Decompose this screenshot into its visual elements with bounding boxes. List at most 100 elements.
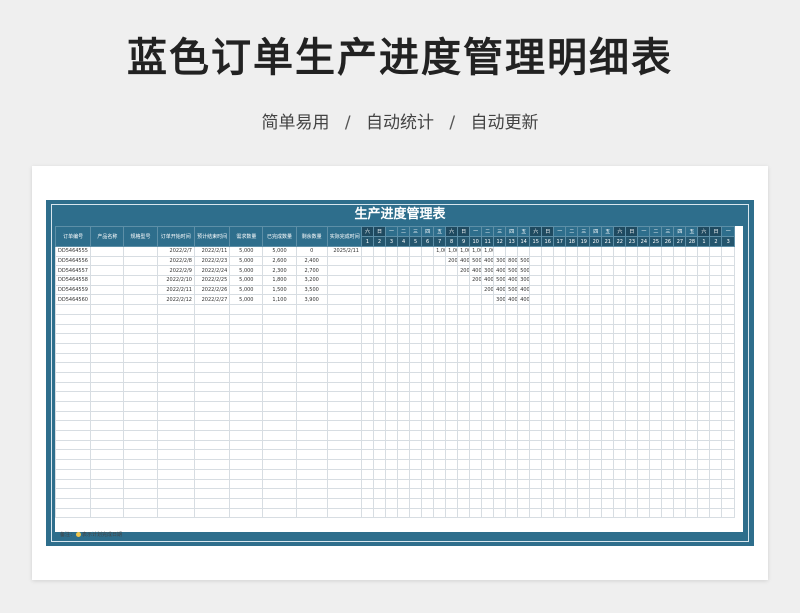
- cell-start[interactable]: 2022/2/7: [156, 246, 195, 257]
- empty-cell[interactable]: [517, 381, 531, 393]
- empty-cell[interactable]: [553, 313, 567, 325]
- empty-cell[interactable]: [565, 323, 579, 335]
- daily-output-cell[interactable]: [565, 246, 579, 257]
- empty-cell[interactable]: [649, 304, 663, 315]
- empty-cell[interactable]: [229, 439, 264, 451]
- empty-cell[interactable]: [709, 449, 723, 461]
- empty-cell[interactable]: [721, 439, 735, 451]
- empty-cell[interactable]: [541, 410, 555, 422]
- empty-cell[interactable]: [697, 342, 711, 354]
- cell-spec[interactable]: [123, 246, 158, 257]
- empty-cell[interactable]: [421, 313, 435, 325]
- empty-cell[interactable]: [262, 333, 297, 344]
- empty-cell[interactable]: [625, 439, 639, 451]
- empty-cell[interactable]: [326, 313, 362, 325]
- empty-cell[interactable]: [661, 430, 675, 441]
- empty-cell[interactable]: [589, 304, 603, 315]
- empty-cell[interactable]: [54, 362, 92, 373]
- empty-cell[interactable]: [262, 381, 297, 393]
- empty-cell[interactable]: [529, 323, 543, 335]
- empty-cell[interactable]: [262, 401, 297, 412]
- daily-output-cell[interactable]: [649, 265, 663, 277]
- empty-cell[interactable]: [156, 401, 195, 412]
- empty-cell[interactable]: [193, 439, 231, 451]
- daily-output-cell[interactable]: [409, 246, 423, 257]
- empty-cell[interactable]: [481, 362, 495, 373]
- empty-cell[interactable]: [445, 507, 459, 519]
- empty-cell[interactable]: [193, 342, 231, 354]
- empty-cell[interactable]: [295, 323, 328, 335]
- empty-cell[interactable]: [529, 420, 543, 432]
- empty-cell[interactable]: [123, 333, 158, 344]
- empty-cell[interactable]: [649, 478, 663, 490]
- empty-cell[interactable]: [445, 410, 459, 422]
- daily-output-cell[interactable]: 300: [493, 294, 507, 306]
- empty-cell[interactable]: [721, 352, 735, 364]
- empty-cell[interactable]: [649, 459, 663, 470]
- empty-cell[interactable]: [469, 420, 483, 432]
- empty-cell[interactable]: [697, 507, 711, 519]
- empty-cell[interactable]: [649, 468, 663, 480]
- empty-cell[interactable]: [156, 352, 195, 364]
- daily-output-cell[interactable]: [649, 284, 663, 296]
- empty-cell[interactable]: [721, 371, 735, 383]
- empty-cell[interactable]: [421, 381, 435, 393]
- empty-cell[interactable]: [565, 430, 579, 441]
- empty-cell[interactable]: [326, 401, 362, 412]
- empty-cell[interactable]: [457, 352, 471, 364]
- empty-cell[interactable]: [326, 449, 362, 461]
- empty-cell[interactable]: [637, 371, 651, 383]
- empty-cell[interactable]: [505, 507, 519, 519]
- daily-output-cell[interactable]: [457, 294, 471, 306]
- empty-cell[interactable]: [433, 420, 447, 432]
- empty-cell[interactable]: [193, 488, 231, 499]
- empty-cell[interactable]: [493, 430, 507, 441]
- empty-cell[interactable]: [613, 333, 627, 344]
- daily-output-cell[interactable]: [360, 255, 375, 267]
- daily-output-cell[interactable]: [685, 255, 699, 267]
- empty-cell[interactable]: [721, 391, 735, 402]
- cell-spec[interactable]: [123, 265, 158, 277]
- empty-cell[interactable]: [649, 371, 663, 383]
- empty-cell[interactable]: [457, 507, 471, 519]
- empty-cell[interactable]: [673, 478, 687, 490]
- empty-cell[interactable]: [372, 313, 387, 325]
- empty-cell[interactable]: [493, 391, 507, 402]
- empty-cell[interactable]: [372, 449, 387, 461]
- empty-cell[interactable]: [156, 430, 195, 441]
- empty-cell[interactable]: [469, 352, 483, 364]
- empty-cell[interactable]: [709, 352, 723, 364]
- empty-cell[interactable]: [54, 381, 92, 393]
- empty-cell[interactable]: [326, 352, 362, 364]
- empty-cell[interactable]: [493, 371, 507, 383]
- empty-cell[interactable]: [649, 333, 663, 344]
- empty-cell[interactable]: [649, 449, 663, 461]
- empty-cell[interactable]: [156, 507, 195, 519]
- daily-output-cell[interactable]: [385, 294, 399, 306]
- empty-cell[interactable]: [433, 478, 447, 490]
- daily-output-cell[interactable]: [385, 246, 399, 257]
- empty-cell[interactable]: [372, 497, 387, 509]
- empty-cell[interactable]: [541, 430, 555, 441]
- empty-cell[interactable]: [685, 497, 699, 509]
- cell-qty[interactable]: 5,000: [229, 275, 264, 286]
- cell-done[interactable]: 2,300: [262, 265, 297, 277]
- empty-cell[interactable]: [481, 410, 495, 422]
- empty-cell[interactable]: [385, 507, 399, 519]
- empty-cell[interactable]: [517, 304, 531, 315]
- empty-cell[interactable]: [262, 468, 297, 480]
- empty-cell[interactable]: [421, 304, 435, 315]
- empty-cell[interactable]: [295, 371, 328, 383]
- empty-cell[interactable]: [577, 381, 591, 393]
- empty-cell[interactable]: [123, 449, 158, 461]
- empty-cell[interactable]: [541, 371, 555, 383]
- empty-cell[interactable]: [517, 430, 531, 441]
- empty-cell[interactable]: [457, 362, 471, 373]
- empty-cell[interactable]: [709, 468, 723, 480]
- daily-output-cell[interactable]: [589, 246, 603, 257]
- daily-output-cell[interactable]: [360, 275, 375, 286]
- empty-cell[interactable]: [541, 323, 555, 335]
- empty-cell[interactable]: [481, 313, 495, 325]
- empty-cell[interactable]: [262, 420, 297, 432]
- empty-cell[interactable]: [433, 333, 447, 344]
